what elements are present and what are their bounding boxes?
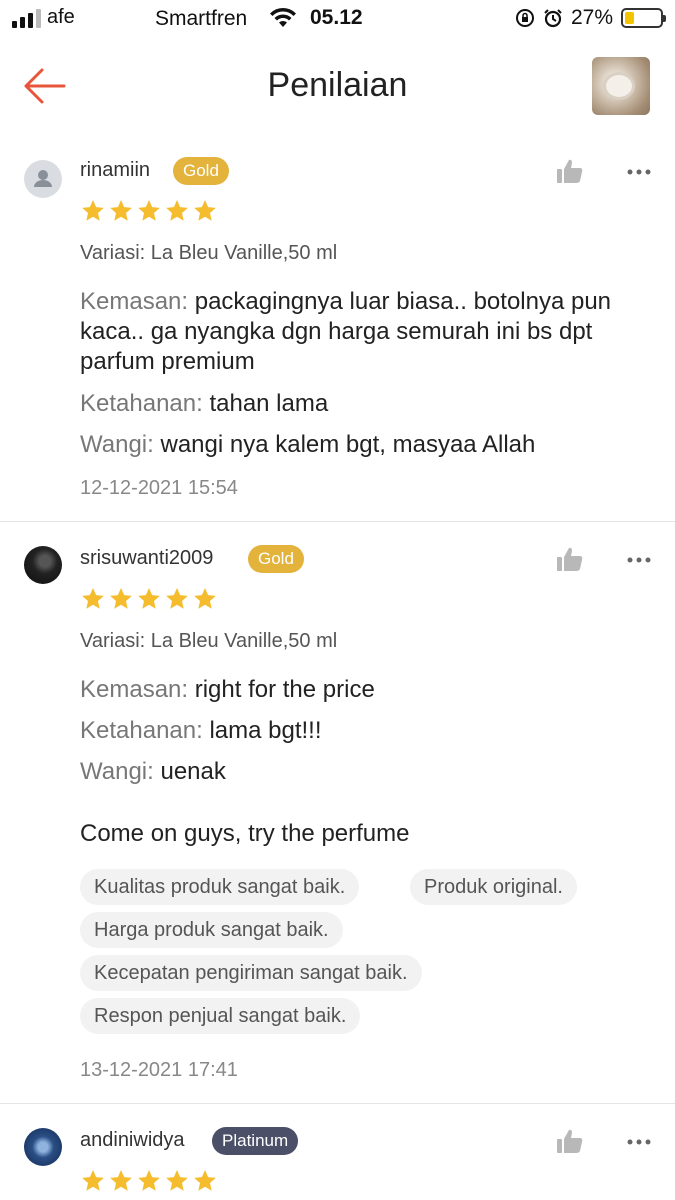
star-icon [166,1169,188,1191]
star-icon [194,587,216,609]
review-date: 13-12-2021 17:41 [80,1059,238,1081]
wangi-line: Wangi: wangi nya kalem bgt, masyaa Allah [80,430,655,460]
product-thumbnail[interactable] [592,57,650,115]
review-item: andiniwidya Platinum [0,1104,675,1200]
more-options-icon[interactable] [626,167,652,177]
reviewer-name: rinamiin [80,159,151,181]
wangi-line: Wangi: uenak [80,757,655,787]
ketahanan-text: lama bgt!!! [209,717,322,744]
rotation-lock-icon [515,9,534,27]
kemasan-line: Kemasan: right for the price [80,675,655,705]
star-rating [80,198,218,224]
avatar[interactable] [24,1128,62,1166]
signal-group: afe [12,6,75,29]
star-icon [166,199,188,221]
avatar[interactable] [24,160,62,198]
star-icon [110,587,132,609]
review-item: srisuwanti2009 Gold Variasi: La Bleu Van… [0,522,675,1104]
status-right: 27% [515,6,666,30]
battery-fill [625,12,635,24]
kemasan-label: Kemasan: [80,288,189,315]
avatar[interactable] [24,546,62,584]
user-icon [34,170,52,187]
star-rating [80,1168,218,1194]
kemasan-label: Kemasan: [80,676,189,703]
battery-icon [621,8,666,28]
member-badge: Platinum [212,1127,299,1155]
ketahanan-label: Ketahanan: [80,390,203,417]
reviewer-name: andiniwidya [80,1129,185,1151]
review-comment: Come on guys, try the perfume [80,820,410,847]
thumbs-up-icon[interactable] [556,546,584,572]
star-icon [166,587,188,609]
alarm-icon [544,9,562,28]
thumbs-up-icon[interactable] [556,1128,584,1154]
ketahanan-label: Ketahanan: [80,717,203,744]
wangi-text: uenak [160,758,226,785]
more-options-icon[interactable] [626,1137,652,1147]
star-icon [82,587,104,609]
member-badge: Gold [248,545,304,573]
review-tag[interactable]: Harga produk sangat baik. [80,912,343,948]
kemasan-text: right for the price [194,676,375,703]
star-icon [194,1169,216,1191]
battery-percent: 27% [570,6,613,29]
signal-bars-icon [12,8,41,28]
page-title: Penilaian [267,66,408,104]
star-rating [80,586,218,612]
ketahanan-line: Ketahanan: tahan lama [80,389,655,419]
review-tag[interactable]: Produk original. [410,869,577,905]
reviewer-name: srisuwanti2009 [80,547,214,569]
status-bar: afe Smartfren 05.12 27% [0,0,675,38]
more-options-icon[interactable] [626,555,652,565]
star-icon [82,199,104,221]
ketahanan-line: Ketahanan: lama bgt!!! [80,716,655,746]
review-item: rinamiin Gold Variasi: La Bleu Vanille,5… [0,138,675,522]
variation-label: Variasi: La Bleu Vanille,50 ml [80,242,338,264]
ketahanan-text: tahan lama [209,390,329,417]
review-tag[interactable]: Kecepatan pengiriman sangat baik. [80,955,422,991]
star-icon [110,1169,132,1191]
thumbs-up-icon[interactable] [556,158,584,184]
member-badge: Gold [173,157,229,185]
kemasan-line: Kemasan: packagingnya luar biasa.. botol… [80,287,655,377]
variation-label: Variasi: La Bleu Vanille,50 ml [80,630,338,652]
star-icon [138,1169,160,1191]
star-icon [138,199,160,221]
star-icon [138,587,160,609]
header: Penilaian [0,50,675,126]
star-icon [194,199,216,221]
wangi-text: wangi nya kalem bgt, masyaa Allah [160,431,536,458]
carrier-label: Smartfren [155,7,248,30]
review-date: 12-12-2021 15:54 [80,477,238,499]
star-icon [110,199,132,221]
wifi-icon [270,7,296,27]
review-tag[interactable]: Respon penjual sangat baik. [80,998,361,1034]
star-icon [82,1169,104,1191]
wangi-label: Wangi: [80,431,154,458]
carrier-left-label: afe [47,6,75,28]
review-tag[interactable]: Kualitas produk sangat baik. [80,869,360,905]
clock: 05.12 [310,6,363,29]
wangi-label: Wangi: [80,758,154,785]
